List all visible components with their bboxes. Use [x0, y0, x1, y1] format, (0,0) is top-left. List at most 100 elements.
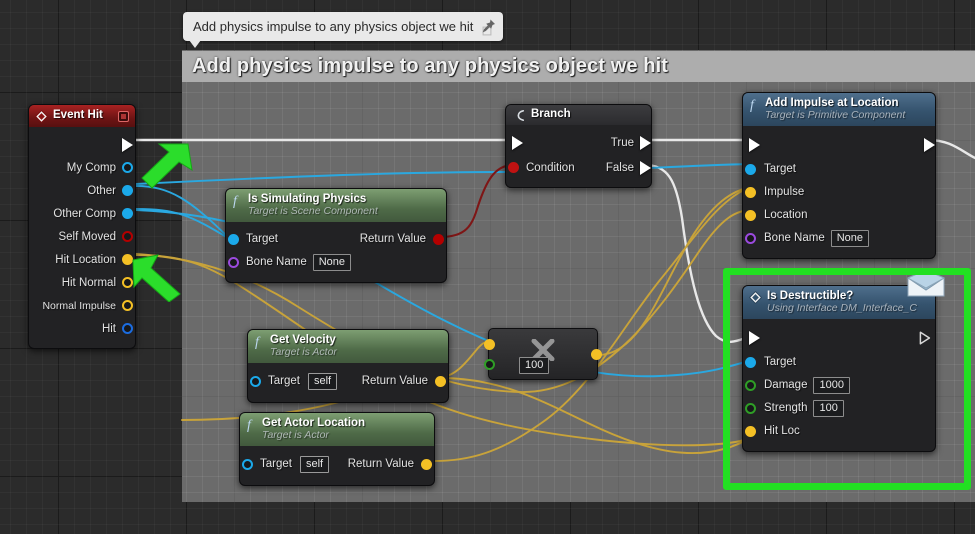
pin-condition[interactable] — [508, 162, 519, 173]
pin-row-target[interactable]: Target — [743, 158, 935, 181]
pin-row-hit-normal[interactable]: Hit Normal — [29, 271, 135, 294]
pin-impulse[interactable] — [745, 186, 756, 198]
node-get-velocity-header[interactable]: f Get Velocity Target is Actor — [248, 330, 448, 363]
svg-text:f: f — [255, 335, 261, 349]
node-body: Target self Return Value — [248, 363, 448, 402]
svg-text:f: f — [750, 98, 756, 112]
pin-return-value[interactable] — [421, 458, 432, 470]
pin-target[interactable] — [745, 356, 756, 368]
pin-row-exec[interactable] — [743, 132, 935, 158]
pin-row-bone-name[interactable]: Bone Name None — [743, 227, 935, 250]
pin-row-target[interactable]: Target self Return Value — [240, 453, 434, 476]
exec-in-pin[interactable] — [749, 330, 760, 345]
target-self-field[interactable]: self — [299, 455, 330, 473]
pin-row-hit-location[interactable]: Hit Location — [29, 248, 135, 271]
exec-out-hollow-pin[interactable] — [919, 331, 931, 345]
node-branch-header[interactable]: Branch — [506, 105, 651, 125]
tooltip[interactable]: Add physics impulse to any physics objec… — [183, 12, 504, 41]
multiply-value-field[interactable]: 100 — [519, 357, 550, 374]
pin-return-value[interactable] — [435, 375, 446, 387]
pin-hit-loc[interactable] — [745, 425, 756, 437]
node-subtitle: Target is Actor — [262, 428, 329, 441]
node-is-destructible[interactable]: Is Destructible? Using Interface DM_Inte… — [742, 270, 946, 452]
pin-target[interactable] — [242, 458, 253, 470]
pin-multiply-input-a[interactable] — [484, 339, 495, 350]
pushpin-icon[interactable] — [479, 18, 497, 36]
pin-label-self-moved: Self Moved — [58, 230, 116, 243]
target-self-field[interactable]: self — [307, 372, 338, 390]
pin-row-exec-out[interactable] — [29, 133, 135, 156]
node-get-velocity[interactable]: f Get Velocity Target is Actor Target se… — [247, 329, 449, 403]
pin-row-normal-impulse[interactable]: Normal Impulse — [29, 294, 135, 317]
bone-name-value-field[interactable]: None — [830, 229, 870, 247]
pin-multiply-input-b[interactable] — [484, 359, 495, 370]
node-title: Get Actor Location — [262, 417, 366, 429]
pin-row-target[interactable]: Target Return Value — [226, 228, 446, 251]
node-title: Is Simulating Physics — [248, 193, 367, 205]
node-add-impulse-header[interactable]: f Add Impulse at Location Target is Prim… — [743, 93, 935, 126]
pin-row-hit[interactable]: Hit — [29, 317, 135, 340]
pin-strength[interactable] — [745, 402, 756, 414]
node-multiply[interactable]: 100 — [484, 328, 602, 380]
blueprint-canvas[interactable]: Add physics impulse to any physics objec… — [0, 0, 975, 534]
pin-bone-name[interactable] — [745, 232, 756, 244]
comment-box-title-bar[interactable]: Add physics impulse to any physics objec… — [182, 51, 975, 82]
node-add-impulse-at-location[interactable]: f Add Impulse at Location Target is Prim… — [742, 92, 936, 259]
node-event-hit-header[interactable]: Event Hit — [29, 105, 135, 127]
exec-out-true-pin[interactable] — [640, 135, 651, 150]
exec-out-pin[interactable] — [924, 137, 935, 152]
pin-row-exec[interactable] — [743, 325, 935, 351]
pin-multiply-output[interactable] — [591, 349, 602, 360]
pin-row-my-comp[interactable]: My Comp — [29, 156, 135, 179]
node-body: Target Damage 1000 Strength 100 Hit Loc — [743, 319, 935, 451]
pin-row-other[interactable]: Other — [29, 179, 135, 202]
pin-label-target: Target — [246, 233, 278, 246]
pin-damage[interactable] — [745, 379, 756, 391]
pin-row-target[interactable]: Target self Return Value — [248, 370, 448, 393]
pin-target[interactable] — [745, 163, 756, 175]
pin-row-hit-loc[interactable]: Hit Loc — [743, 420, 935, 443]
pin-label-false: False — [605, 161, 634, 174]
damage-value-field[interactable]: 1000 — [813, 376, 850, 394]
pin-other-comp[interactable] — [122, 208, 133, 219]
pin-hit[interactable] — [122, 323, 133, 334]
node-title: Get Velocity — [270, 334, 336, 346]
svg-text:f: f — [233, 194, 239, 208]
pin-label-hit-normal: Hit Normal — [61, 276, 116, 289]
pin-location[interactable] — [745, 209, 756, 221]
pin-row-other-comp[interactable]: Other Comp — [29, 202, 135, 225]
exec-in-pin[interactable] — [512, 135, 523, 150]
pin-row-strength[interactable]: Strength 100 — [743, 397, 935, 420]
pin-label-target: Target — [764, 163, 796, 176]
strength-value-field[interactable]: 100 — [813, 399, 844, 417]
pin-label-my-comp: My Comp — [66, 161, 116, 174]
pin-row-self-moved[interactable]: Self Moved — [29, 225, 135, 248]
pin-row-exec-in[interactable]: True — [506, 130, 651, 155]
node-get-actor-location[interactable]: f Get Actor Location Target is Actor Tar… — [239, 412, 435, 486]
pin-bone-name[interactable] — [228, 256, 239, 268]
pin-row-damage[interactable]: Damage 1000 — [743, 374, 935, 397]
tooltip-tail — [189, 40, 201, 48]
pin-target[interactable] — [228, 233, 239, 245]
close-square-icon[interactable] — [118, 111, 129, 122]
pin-label-other: Other — [87, 184, 116, 197]
pin-target[interactable] — [250, 375, 261, 387]
pin-return-value[interactable] — [433, 233, 444, 245]
bone-name-value-field[interactable]: None — [312, 253, 352, 271]
branch-icon — [517, 110, 525, 121]
node-event-hit[interactable]: Event Hit My Comp Other Other Comp Self … — [28, 104, 136, 349]
exec-in-pin[interactable] — [749, 137, 760, 152]
node-is-simulating-physics-header[interactable]: f Is Simulating Physics Target is Scene … — [226, 189, 446, 222]
pin-label-bone-name: Bone Name — [764, 232, 825, 245]
node-event-hit-body: My Comp Other Other Comp Self Moved Hit … — [29, 127, 135, 348]
pin-row-location[interactable]: Location — [743, 204, 935, 227]
exec-out-false-pin[interactable] — [640, 160, 651, 175]
node-branch[interactable]: Branch True Condition False — [505, 104, 652, 188]
pin-row-target[interactable]: Target — [743, 351, 935, 374]
pin-row-bone-name[interactable]: Bone Name None — [226, 251, 446, 274]
pin-row-impulse[interactable]: Impulse — [743, 181, 935, 204]
pin-row-condition[interactable]: Condition False — [506, 155, 651, 180]
function-f-icon: f — [247, 418, 253, 432]
node-get-actor-location-header[interactable]: f Get Actor Location Target is Actor — [240, 413, 434, 446]
node-is-simulating-physics[interactable]: f Is Simulating Physics Target is Scene … — [225, 188, 447, 283]
